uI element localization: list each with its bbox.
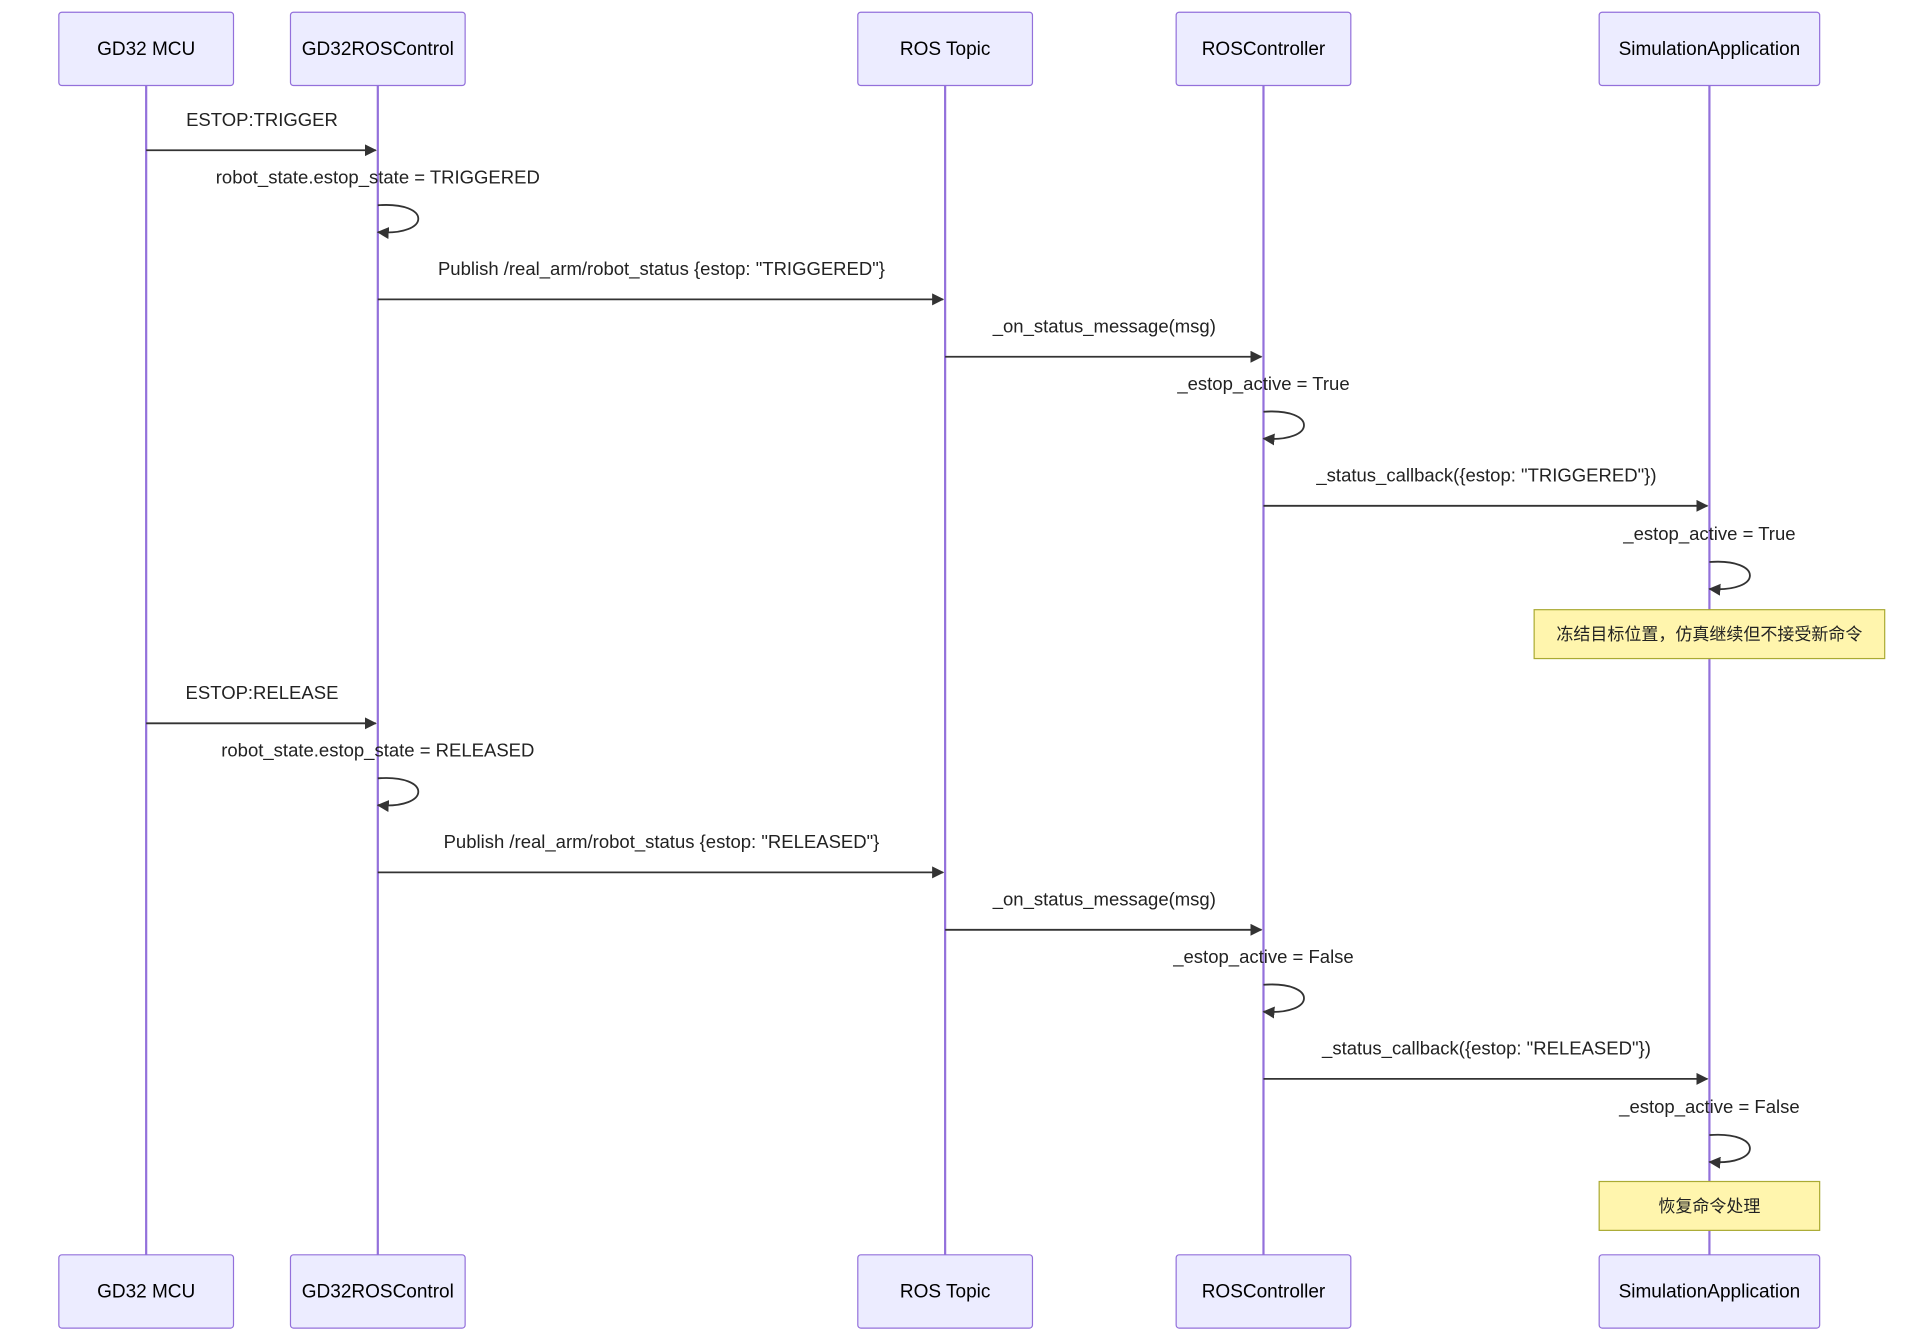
self-loop-arrow: [376, 204, 420, 239]
message-label: robot_state.estop_state = RELEASED: [221, 739, 534, 761]
message-label: _estop_active = True: [1622, 523, 1795, 545]
message: _on_status_message(msg): [945, 315, 1263, 363]
message: _on_status_message(msg): [945, 888, 1263, 936]
actor-gd32-top: GD32 MCU: [58, 11, 235, 87]
self-loop-arrow: [1262, 983, 1305, 1019]
actor-label: SimulationApplication: [1619, 39, 1801, 60]
message-label: _estop_active = False: [1618, 1096, 1799, 1118]
actor-label: GD32ROSControl: [302, 39, 454, 60]
message-label: _estop_active = True: [1176, 373, 1349, 395]
note: 恢复命令处理: [1598, 1180, 1821, 1231]
actor-label: ROS Topic: [900, 1282, 990, 1303]
message-label: _estop_active = False: [1172, 946, 1353, 968]
actor-gd32-bottom: GD32 MCU: [58, 1254, 235, 1329]
note-text: 冻结目标位置，仿真继续但不接受新命令: [1556, 625, 1862, 645]
note: 冻结目标位置，仿真继续但不接受新命令: [1533, 609, 1886, 660]
actor-label: ROSController: [1202, 1282, 1326, 1303]
message-label: _on_status_message(msg): [992, 315, 1216, 337]
actor-topic-bottom: ROS Topic: [857, 1254, 1034, 1329]
message-label: ESTOP:TRIGGER: [186, 109, 338, 130]
actor-label: GD32 MCU: [97, 39, 195, 60]
message: _status_callback({estop: "RELEASED"}): [1263, 1037, 1709, 1085]
actor-sim-top: SimulationApplication: [1598, 11, 1821, 87]
actor-label: SimulationApplication: [1619, 1282, 1801, 1303]
actor-roscontrol-bottom: GD32ROSControl: [289, 1254, 466, 1329]
message-label: _status_callback({estop: "RELEASED"}): [1321, 1037, 1651, 1059]
actor-controller-top: ROSController: [1175, 11, 1352, 87]
actor-roscontrol-top: GD32ROSControl: [289, 11, 466, 87]
sequence-diagram: GD32 MCU GD32ROSControl ROS Topic ROSContro…: [58, 11, 1886, 1329]
actor-label: GD32 MCU: [97, 1282, 195, 1303]
actor-controller-bottom: ROSController: [1175, 1254, 1352, 1329]
message: _status_callback({estop: "TRIGGERED"}): [1263, 464, 1709, 512]
message: ESTOP:TRIGGER: [146, 109, 377, 157]
self-loop-arrow: [376, 777, 420, 812]
message-label: ESTOP:RELEASE: [186, 682, 339, 703]
self-loop-arrow: [1708, 560, 1751, 596]
message: ESTOP:RELEASE: [146, 682, 377, 730]
message: Publish /real_arm/robot_status {estop: "…: [377, 258, 945, 306]
message-label: Publish /real_arm/robot_status {estop: "…: [438, 258, 885, 280]
message-label: _on_status_message(msg): [992, 888, 1216, 910]
actor-label: ROS Topic: [900, 39, 990, 60]
actor-sim-bottom: SimulationApplication: [1598, 1254, 1821, 1329]
actor-label: ROSController: [1202, 39, 1326, 60]
message-label: Publish /real_arm/robot_status {estop: "…: [444, 831, 880, 853]
self-loop-arrow: [1262, 410, 1305, 446]
message-label: _status_callback({estop: "TRIGGERED"}): [1315, 464, 1656, 486]
message-label: robot_state.estop_state = TRIGGERED: [216, 166, 540, 188]
note-text: 恢复命令处理: [1658, 1197, 1760, 1217]
actor-label: GD32ROSControl: [302, 1282, 454, 1303]
message: Publish /real_arm/robot_status {estop: "…: [377, 831, 945, 879]
self-loop-arrow: [1708, 1133, 1751, 1169]
actor-topic-top: ROS Topic: [857, 11, 1034, 87]
